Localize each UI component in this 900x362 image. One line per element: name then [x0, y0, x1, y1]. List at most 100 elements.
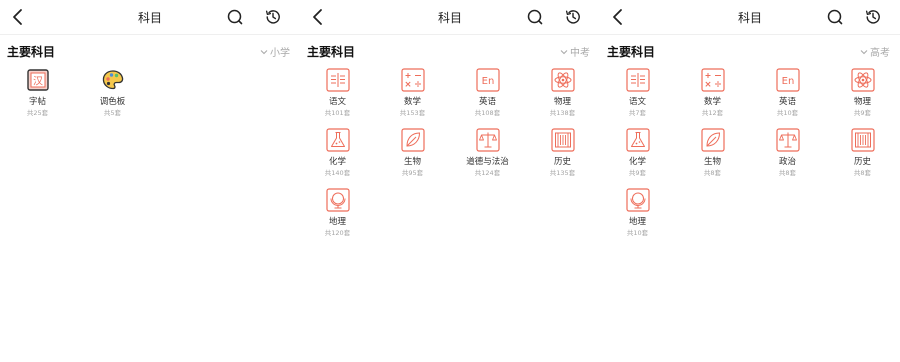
english-icon: En	[775, 68, 800, 92]
subject-count: 共138套	[549, 109, 576, 117]
biology-icon	[400, 128, 425, 152]
search-icon[interactable]	[526, 8, 544, 26]
subject-name: 语文	[328, 97, 346, 107]
subject-tile[interactable]: 数学 共153套	[375, 65, 450, 122]
subject-name: 化学	[328, 157, 346, 167]
level-selector[interactable]: 高考	[860, 44, 890, 59]
subject-name: 物理	[853, 97, 871, 107]
subject-tile[interactable]: 汉 字帖 共25套	[0, 65, 75, 122]
subject-tile[interactable]: 调色板 共5套	[75, 65, 150, 122]
chinese-icon	[325, 68, 350, 92]
subject-tile[interactable]: En 英语 共10套	[750, 65, 825, 122]
screens-container: 科目 主要科目 小学 汉 字帖 共25套 调色板 共5套 科目 主要科目 中考 …	[0, 0, 900, 362]
section-title: 主要科目	[307, 45, 356, 59]
subject-count: 共12套	[701, 109, 724, 117]
subject-tile[interactable]: 化学 共9套	[600, 125, 675, 182]
chevron-down-icon	[260, 49, 268, 54]
history-icon[interactable]	[564, 8, 582, 26]
section-header: 主要科目 高考	[600, 35, 900, 65]
subject-count: 共135套	[549, 169, 576, 177]
top-bar: 科目	[600, 0, 900, 35]
subject-name: 生物	[403, 157, 421, 167]
screen-middle: 科目 主要科目 中考 语文 共101套 数学 共153套 En 英语 共108套…	[300, 0, 600, 362]
zitie-icon: 汉	[26, 69, 49, 91]
subject-tile[interactable]: 语文 共101套	[300, 65, 375, 122]
screen-primary: 科目 主要科目 小学 汉 字帖 共25套 调色板 共5套	[0, 0, 300, 362]
subject-name: 语文	[628, 97, 646, 107]
subject-name: 英语	[778, 97, 796, 107]
subject-name: 历史	[553, 157, 571, 167]
search-icon[interactable]	[226, 8, 244, 26]
subject-name: 物理	[553, 97, 571, 107]
chemistry-icon	[625, 128, 650, 152]
history-book-icon	[850, 128, 875, 152]
subject-count: 共120套	[324, 229, 351, 237]
top-bar: 科目	[0, 0, 300, 35]
english-icon: En	[475, 68, 500, 92]
history-book-icon	[550, 128, 575, 152]
chemistry-icon	[325, 128, 350, 152]
subject-grid: 汉 字帖 共25套 调色板 共5套	[0, 65, 300, 122]
subject-count: 共101套	[324, 109, 351, 117]
subject-count: 共140套	[324, 169, 351, 177]
physics-icon	[550, 68, 575, 92]
subject-count: 共25套	[26, 109, 49, 117]
subject-count: 共8套	[853, 169, 872, 177]
level-selector[interactable]: 小学	[260, 44, 290, 59]
biology-icon	[700, 128, 725, 152]
subject-count: 共124套	[474, 169, 501, 177]
subject-tile[interactable]: En 英语 共108套	[450, 65, 525, 122]
subject-count: 共5套	[103, 109, 122, 117]
subject-count: 共10套	[626, 229, 649, 237]
page-title: 科目	[437, 11, 462, 25]
subject-name: 地理	[328, 217, 346, 227]
subject-tile[interactable]: 历史 共135套	[525, 125, 600, 182]
subject-grid: 语文 共7套 数学 共12套 En 英语 共10套 物理 共9套 化学 共9套 …	[600, 65, 900, 242]
subject-count: 共108套	[474, 109, 501, 117]
subject-count: 共10套	[776, 109, 799, 117]
subject-tile[interactable]: 地理 共120套	[300, 185, 375, 242]
subject-tile[interactable]: 历史 共8套	[825, 125, 900, 182]
subject-tile[interactable]: 道德与法治 共124套	[450, 125, 525, 182]
screen-high: 科目 主要科目 高考 语文 共7套 数学 共12套 En 英语 共10套 物理 …	[600, 0, 900, 362]
subject-tile[interactable]: 地理 共10套	[600, 185, 675, 242]
subject-name: 调色板	[99, 97, 126, 107]
subject-count: 共9套	[853, 109, 872, 117]
subject-tile[interactable]: 语文 共7套	[600, 65, 675, 122]
subject-tile[interactable]: 生物 共8套	[675, 125, 750, 182]
subject-name: 英语	[478, 97, 496, 107]
section-title: 主要科目	[607, 45, 656, 59]
svg-text:汉: 汉	[33, 76, 43, 88]
math-icon	[400, 68, 425, 92]
subject-tile[interactable]: 化学 共140套	[300, 125, 375, 182]
subject-count: 共95套	[401, 169, 424, 177]
subject-name: 数学	[403, 97, 421, 107]
subject-count: 共9套	[628, 169, 647, 177]
subject-tile[interactable]: 政治 共8套	[750, 125, 825, 182]
level-label: 小学	[270, 48, 290, 59]
chevron-down-icon	[860, 49, 868, 54]
svg-text:En: En	[481, 76, 494, 87]
subject-tile[interactable]: 生物 共95套	[375, 125, 450, 182]
level-selector[interactable]: 中考	[560, 44, 590, 59]
politics-icon	[475, 128, 500, 152]
history-icon[interactable]	[864, 8, 882, 26]
chinese-icon	[625, 68, 650, 92]
subject-grid: 语文 共101套 数学 共153套 En 英语 共108套 物理 共138套 化…	[300, 65, 600, 242]
page-title: 科目	[737, 11, 762, 25]
subject-tile[interactable]: 物理 共138套	[525, 65, 600, 122]
search-icon[interactable]	[826, 8, 844, 26]
history-icon[interactable]	[264, 8, 282, 26]
subject-tile[interactable]: 数学 共12套	[675, 65, 750, 122]
section-header: 主要科目 中考	[300, 35, 600, 65]
palette-icon	[102, 70, 123, 90]
subject-tile[interactable]: 物理 共9套	[825, 65, 900, 122]
subject-count: 共8套	[778, 169, 797, 177]
subject-name: 历史	[853, 157, 871, 167]
subject-name: 政治	[778, 157, 796, 167]
subject-name: 化学	[628, 157, 646, 167]
section-header: 主要科目 小学	[0, 35, 300, 65]
math-icon	[700, 68, 725, 92]
subject-name: 字帖	[28, 97, 46, 107]
geography-icon	[325, 188, 350, 212]
